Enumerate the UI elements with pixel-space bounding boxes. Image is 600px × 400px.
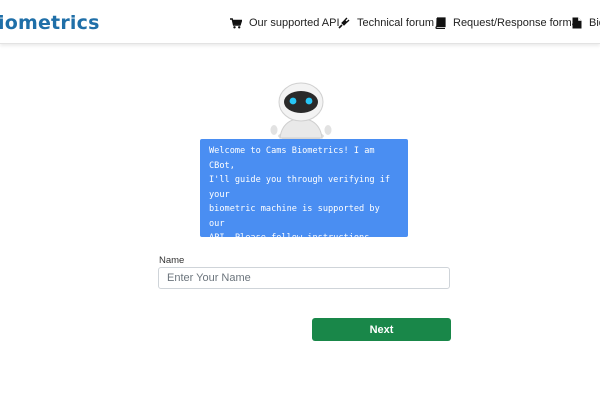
next-button[interactable]: Next bbox=[312, 318, 451, 341]
nav-bio[interactable]: Bio bbox=[572, 15, 600, 31]
nav-technical-forum[interactable]: Technical forum bbox=[338, 15, 434, 31]
chatbot-robot-icon bbox=[270, 82, 332, 140]
nav-label: Technical forum bbox=[357, 17, 435, 29]
nav-label: Bio bbox=[589, 17, 600, 29]
name-label: Name bbox=[159, 255, 185, 266]
nav-label: Our supported API bbox=[249, 17, 340, 29]
document-icon bbox=[572, 17, 582, 29]
top-navbar: iometrics Our supported API Technical fo… bbox=[0, 0, 600, 44]
brand-logo[interactable]: iometrics bbox=[0, 12, 100, 34]
cart-icon bbox=[230, 17, 242, 28]
book-icon bbox=[435, 17, 446, 29]
nav-label: Request/Response format bbox=[453, 17, 581, 29]
nav-request-response-format[interactable]: Request/Response format bbox=[435, 15, 581, 31]
plug-icon bbox=[338, 17, 350, 29]
chatbot-message-bubble: Welcome to Cams Biometrics! I am CBot, I… bbox=[200, 139, 408, 287]
name-input[interactable] bbox=[158, 267, 450, 289]
nav-our-supported-api[interactable]: Our supported API bbox=[230, 15, 340, 31]
